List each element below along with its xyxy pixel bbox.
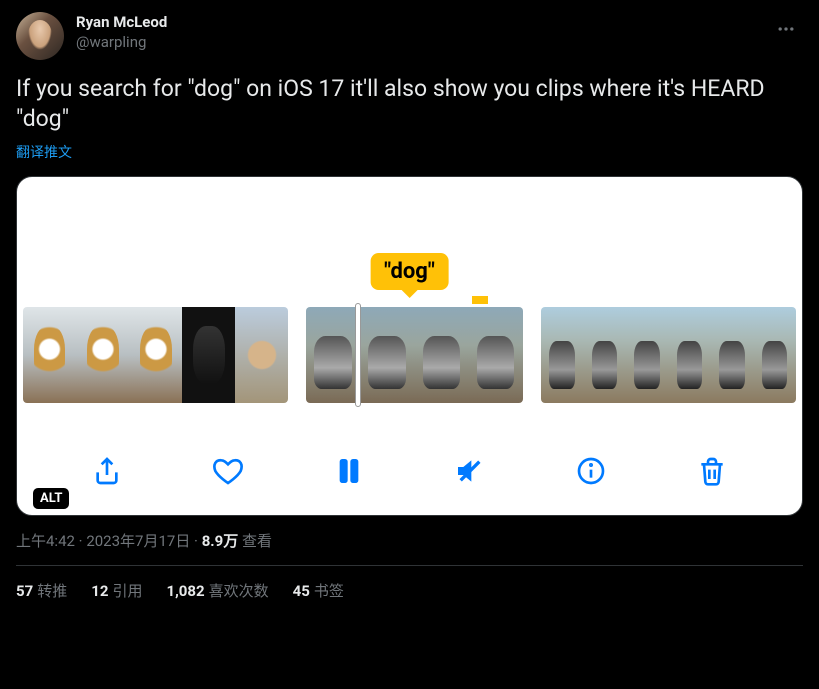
tweet-text: If you search for "dog" on iOS 17 it'll …: [16, 74, 803, 134]
quotes-stat[interactable]: 12引用: [91, 580, 142, 601]
author-block[interactable]: Ryan McLeod @warpling: [76, 12, 167, 52]
more-options-button[interactable]: [769, 12, 803, 46]
playhead[interactable]: [355, 303, 361, 407]
video-timeline[interactable]: [17, 307, 802, 403]
clip-frame: [626, 307, 669, 403]
clip-group[interactable]: [306, 307, 522, 403]
share-icon[interactable]: [89, 453, 125, 489]
pause-icon[interactable]: [331, 453, 367, 489]
views-count: 8.9万: [202, 532, 239, 550]
alt-badge[interactable]: ALT: [33, 488, 69, 509]
clip-frame: [360, 307, 414, 403]
media-attachment[interactable]: "dog": [16, 176, 803, 516]
likes-stat[interactable]: 1,082喜欢次数: [166, 580, 268, 601]
clip-frame: [468, 307, 522, 403]
clip-frame: [541, 307, 584, 403]
tweet-meta: 上午4:42 · 2023年7月17日 · 8.9万 查看: [16, 530, 803, 551]
timestamp[interactable]: 上午4:42: [16, 532, 75, 550]
media-controls: [17, 453, 802, 489]
info-icon[interactable]: [573, 453, 609, 489]
views-label: 查看: [242, 532, 272, 550]
search-tooltip: "dog": [370, 253, 449, 290]
clip-frame: [414, 307, 468, 403]
display-name: Ryan McLeod: [76, 12, 167, 32]
clip-frame: [235, 307, 288, 403]
tooltip-marker: [472, 296, 488, 304]
retweets-stat[interactable]: 57转推: [16, 580, 67, 601]
clip-frame: [23, 307, 76, 403]
handle: @warpling: [76, 32, 167, 52]
clip-frame: [668, 307, 711, 403]
bookmarks-stat[interactable]: 45书签: [293, 580, 344, 601]
date[interactable]: 2023年7月17日: [86, 532, 190, 550]
clip-frame: [76, 307, 129, 403]
clip-frame: [306, 307, 360, 403]
tweet-container: Ryan McLeod @warpling If you search for …: [0, 0, 819, 601]
avatar[interactable]: [16, 12, 64, 60]
trash-icon[interactable]: [694, 453, 730, 489]
clip-frame: [129, 307, 182, 403]
mute-icon[interactable]: [452, 453, 488, 489]
translate-link[interactable]: 翻译推文: [16, 142, 803, 162]
heart-icon[interactable]: [210, 453, 246, 489]
clip-frame: [711, 307, 754, 403]
tweet-header: Ryan McLeod @warpling: [16, 12, 803, 60]
clip-frame: [583, 307, 626, 403]
clip-frame: [753, 307, 796, 403]
clip-group[interactable]: [541, 307, 797, 403]
clip-frame: [182, 307, 235, 403]
clip-group[interactable]: [23, 307, 288, 403]
engagement-stats: 57转推 12引用 1,082喜欢次数 45书签: [16, 566, 803, 601]
